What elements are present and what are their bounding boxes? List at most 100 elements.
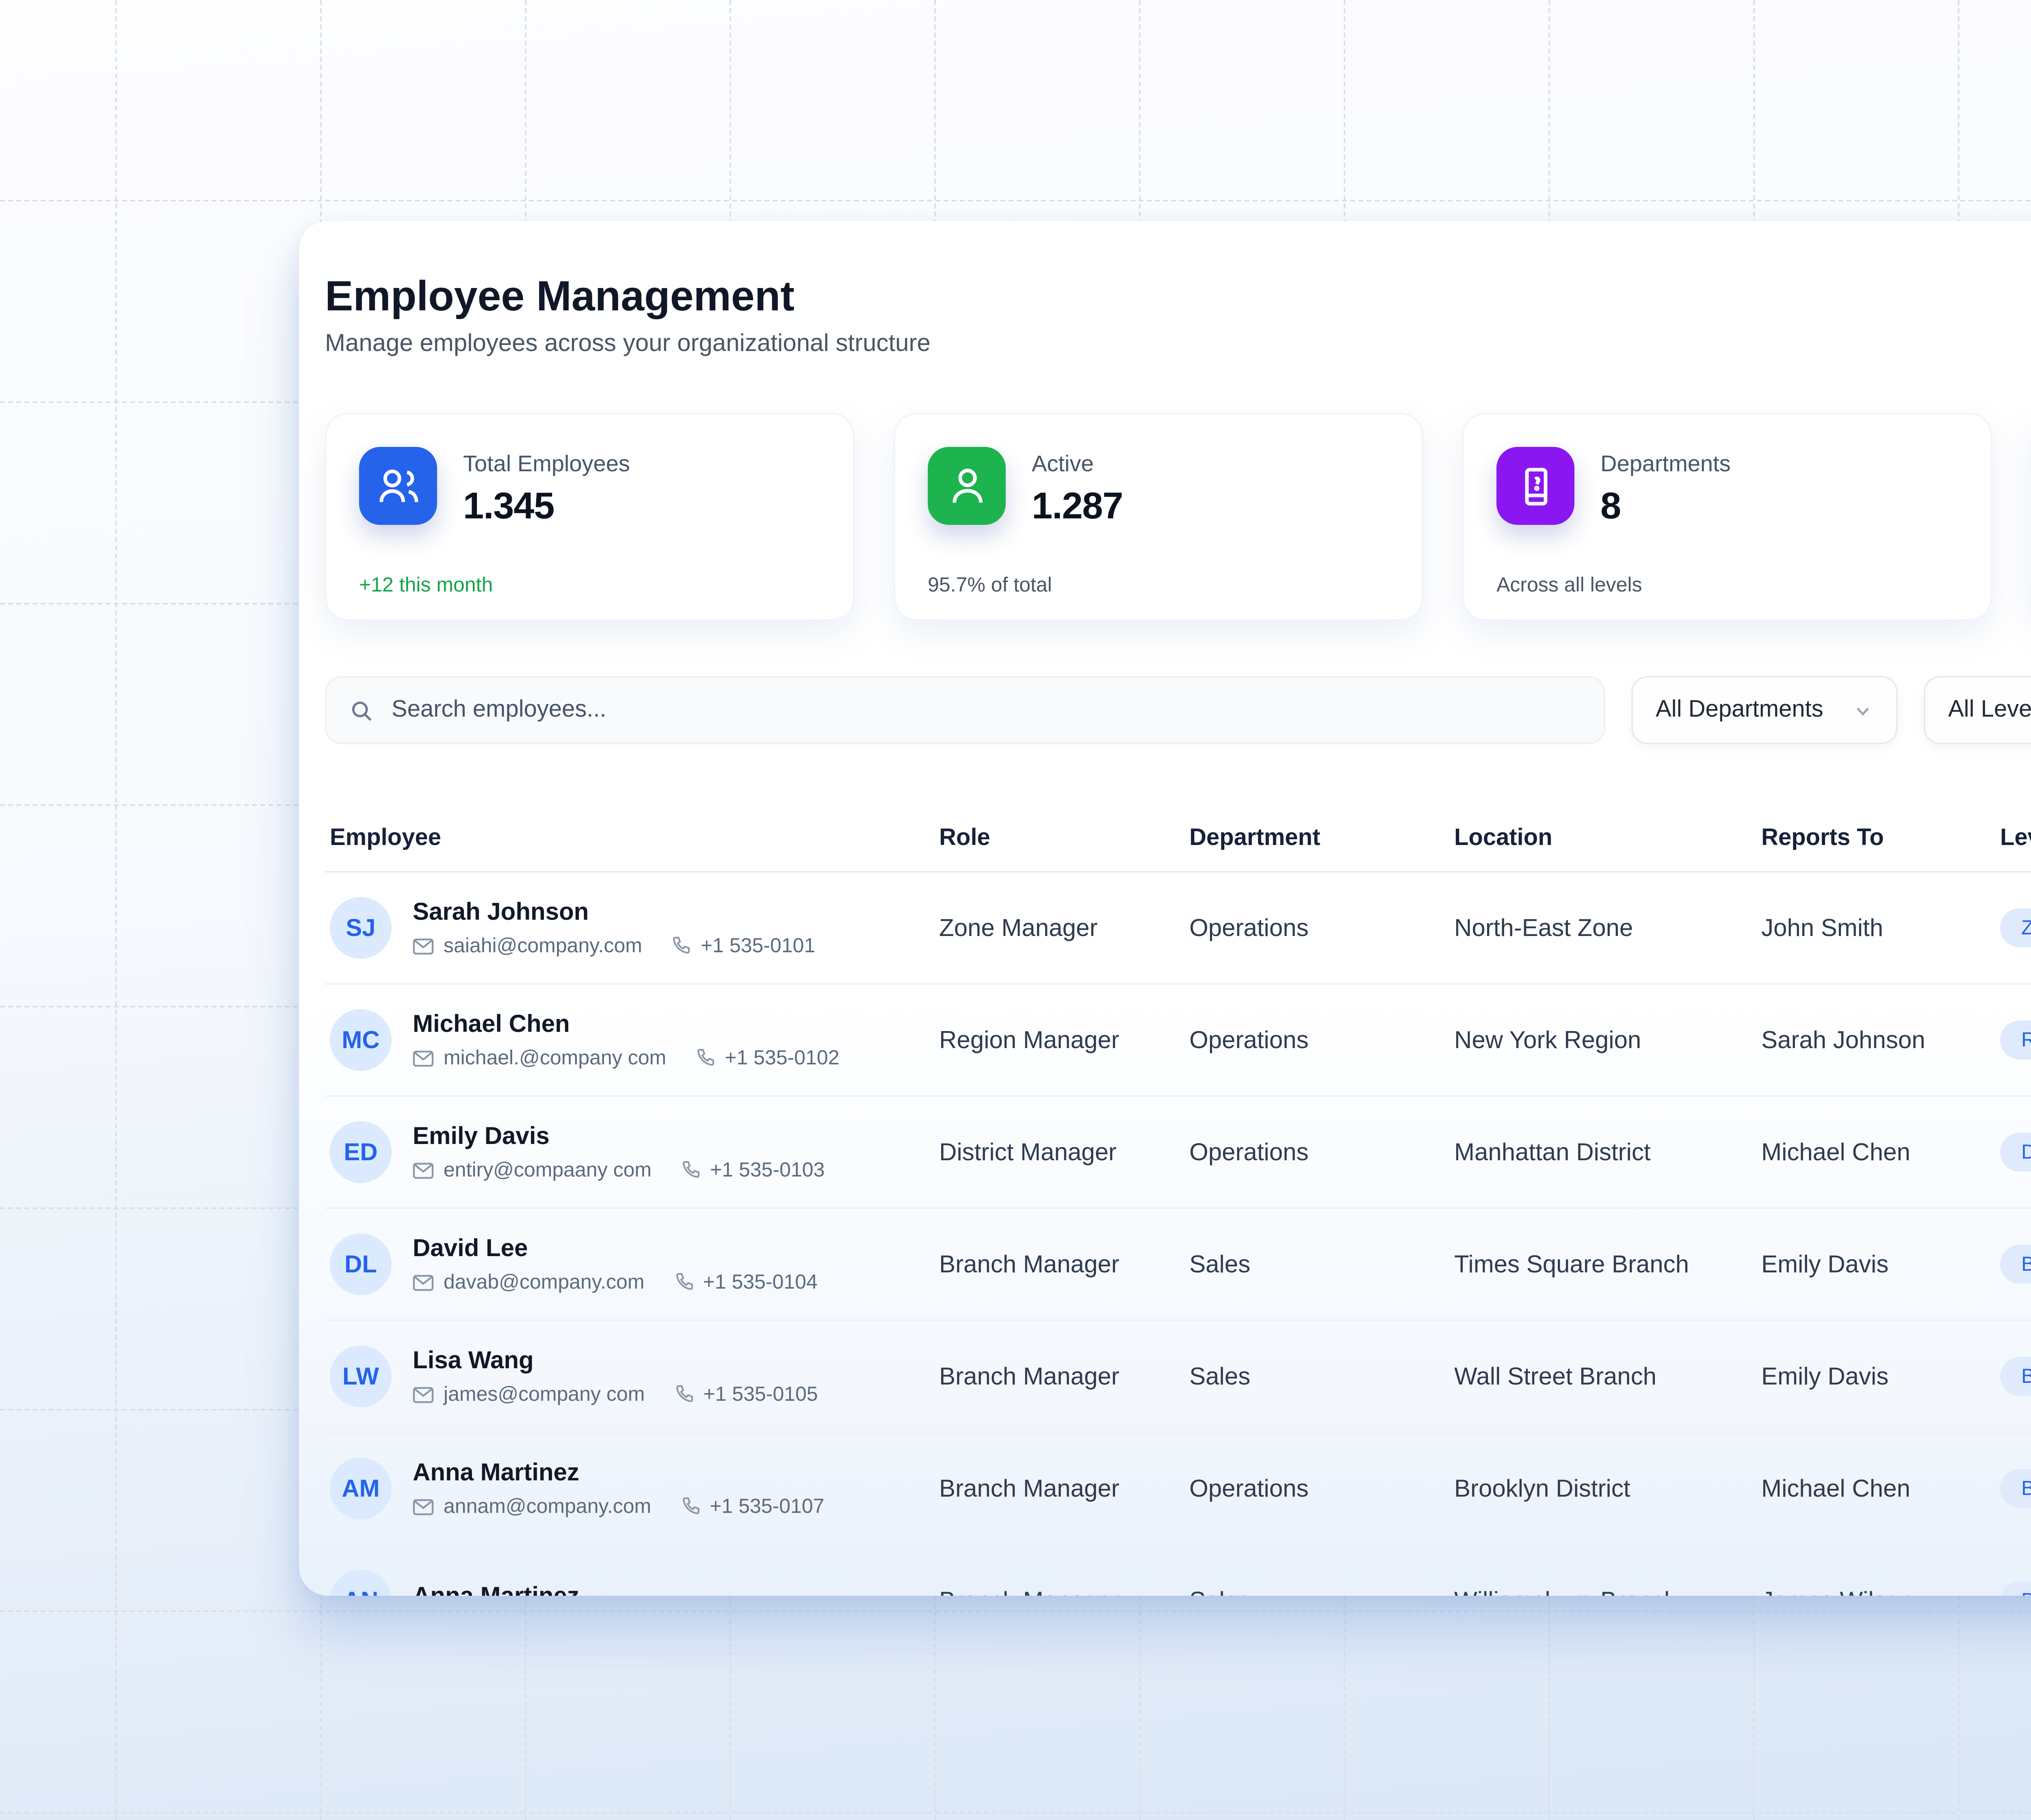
level-badge: Zone bbox=[2000, 908, 2031, 947]
mail-icon bbox=[413, 1273, 434, 1291]
role-cell: Branch Manager bbox=[939, 1363, 1189, 1390]
employee-name: Michael Chen bbox=[413, 1011, 839, 1040]
avatar: AN bbox=[330, 1570, 392, 1596]
department-cell: Sales bbox=[1189, 1587, 1454, 1596]
column-header-employee: Employee bbox=[330, 826, 939, 852]
location-cell: Manhattan District bbox=[1454, 1138, 1761, 1166]
level-badge: Region bbox=[2000, 1020, 2031, 1060]
chevron-down-icon bbox=[1852, 700, 1873, 721]
reports-to-cell: Michael Chen bbox=[1761, 1138, 2000, 1166]
level-badge: District bbox=[2000, 1133, 2031, 1172]
level-badge: Branch bbox=[2000, 1581, 2031, 1596]
mail-icon bbox=[413, 1385, 434, 1403]
user-icon bbox=[928, 447, 1006, 525]
location-cell: Times Square Branch bbox=[1454, 1250, 1761, 1278]
employee-email: davab@company.com bbox=[444, 1271, 645, 1294]
employee-email: michael.@company com bbox=[444, 1046, 666, 1069]
column-header-role: Role bbox=[939, 826, 1189, 852]
phone-icon bbox=[674, 1384, 693, 1404]
department-cell: Operations bbox=[1189, 1475, 1454, 1502]
department-cell: Sales bbox=[1189, 1250, 1454, 1278]
table-row[interactable]: AN Anna Martinez bbox=[325, 1545, 2031, 1596]
page-title: Employee Management bbox=[325, 270, 2031, 322]
table-body: SJ Sarah Johnson saiahi@company.com bbox=[325, 873, 2031, 1596]
mail-icon bbox=[413, 1161, 434, 1179]
employee-email: james@company com bbox=[444, 1383, 645, 1406]
location-cell: Brooklyn District bbox=[1454, 1475, 1761, 1502]
users-icon bbox=[359, 447, 437, 525]
location-cell: Wall Street Branch bbox=[1454, 1363, 1761, 1390]
employee-email: saiahi@company.com bbox=[444, 934, 642, 957]
stat-label: Departments bbox=[1600, 450, 1731, 476]
location-cell: North-East Zone bbox=[1454, 914, 1761, 942]
role-cell: Region Manager bbox=[939, 1026, 1189, 1054]
mail-icon bbox=[413, 1049, 434, 1067]
role-cell: District Manager bbox=[939, 1138, 1189, 1166]
column-header-reports-to: Reports To bbox=[1761, 826, 2000, 852]
column-header-location: Location bbox=[1454, 826, 1761, 852]
role-cell: Branch Manager bbox=[939, 1587, 1189, 1596]
employee-table: EmployeeRoleDepartmentLocationReports To… bbox=[325, 806, 2031, 1596]
department-cell: Sales bbox=[1189, 1363, 1454, 1390]
phone-icon bbox=[671, 936, 691, 956]
level-filter-select[interactable]: All Levels bbox=[1924, 676, 2031, 744]
stat-note: 95.7% of total bbox=[928, 574, 1052, 596]
department-cell: Operations bbox=[1189, 1138, 1454, 1166]
employee-phone: +1 535-0101 bbox=[701, 934, 815, 957]
avatar: ED bbox=[330, 1121, 392, 1183]
avatar: LW bbox=[330, 1346, 392, 1407]
employee-name: Anna Martinez bbox=[413, 1459, 824, 1488]
page: Employee Management Manage employees acr… bbox=[0, 0, 2031, 1820]
search-input[interactable] bbox=[388, 696, 1581, 725]
location-cell: New York Region bbox=[1454, 1026, 1761, 1054]
level-badge: Branch bbox=[2000, 1245, 2031, 1284]
location-cell: Williamsburg Branch bbox=[1454, 1587, 1761, 1596]
employee-phone: +1 535-0107 bbox=[710, 1495, 824, 1518]
employee-management-panel: Employee Management Manage employees acr… bbox=[299, 221, 2031, 1596]
employee-email: annam@company.com bbox=[444, 1495, 651, 1518]
level-badge: Branch bbox=[2000, 1469, 2031, 1508]
stat-label: Active bbox=[1032, 450, 1123, 476]
table-row[interactable]: AM Anna Martinez annam@company.com bbox=[325, 1433, 2031, 1545]
stat-value: 8 bbox=[1600, 484, 1731, 528]
reports-to-cell: Sarah Johnson bbox=[1761, 1026, 2000, 1054]
stat-label: Total Employees bbox=[463, 450, 630, 476]
table-row[interactable]: DL David Lee davab@company.com bbox=[325, 1209, 2031, 1321]
stat-note: +12 this month bbox=[359, 574, 493, 596]
employee-phone: +1 535-0103 bbox=[710, 1159, 825, 1181]
stat-cards-row: Total Employees 1.345 +12 this month Act… bbox=[325, 413, 2031, 621]
employee-name: Lisa Wang bbox=[413, 1347, 818, 1376]
avatar: MC bbox=[330, 1009, 392, 1071]
reports-to-cell: Emily Davis bbox=[1761, 1363, 2000, 1390]
employee-name: Emily Davis bbox=[413, 1123, 825, 1152]
table-row[interactable]: ED Emily Davis entiry@compaany com bbox=[325, 1097, 2031, 1209]
employee-phone: +1 535-0104 bbox=[703, 1271, 818, 1294]
stat-card: Departments 8 Across all levels bbox=[1462, 413, 1992, 621]
table-row[interactable]: MC Michael Chen michael.@company com bbox=[325, 985, 2031, 1097]
column-header-level: Level bbox=[2000, 826, 2031, 852]
level-badge: Branch bbox=[2000, 1357, 2031, 1396]
phone-icon bbox=[695, 1048, 715, 1068]
page-subtitle: Manage employees across your organizatio… bbox=[325, 328, 2031, 361]
table-row[interactable]: LW Lisa Wang james@company com bbox=[325, 1321, 2031, 1433]
employee-name: David Lee bbox=[413, 1235, 818, 1264]
reports-to-cell: Emily Davis bbox=[1761, 1250, 2000, 1278]
avatar: AM bbox=[330, 1458, 392, 1519]
department-cell: Operations bbox=[1189, 1026, 1454, 1054]
table-header-row: EmployeeRoleDepartmentLocationReports To… bbox=[325, 806, 2031, 873]
employee-name: Anna Martinez bbox=[413, 1583, 579, 1596]
department-cell: Operations bbox=[1189, 914, 1454, 942]
role-cell: Zone Manager bbox=[939, 914, 1189, 942]
reports-to-cell: Michael Chen bbox=[1761, 1475, 2000, 1502]
department-filter-select[interactable]: All Departments bbox=[1631, 676, 1898, 744]
stat-card: Total Employees 1.345 +12 this month bbox=[325, 413, 855, 621]
table-row[interactable]: SJ Sarah Johnson saiahi@company.com bbox=[325, 873, 2031, 985]
search-input-wrap[interactable] bbox=[325, 676, 1605, 744]
stat-note: Across all levels bbox=[1496, 574, 1642, 596]
employee-phone: +1 535-0105 bbox=[703, 1383, 818, 1406]
mail-icon bbox=[413, 1497, 434, 1515]
reports-to-cell: James Wilson bbox=[1761, 1587, 2000, 1596]
phone-icon bbox=[680, 1497, 700, 1516]
column-header-department: Department bbox=[1189, 826, 1454, 852]
stat-value: 1.345 bbox=[463, 484, 630, 528]
